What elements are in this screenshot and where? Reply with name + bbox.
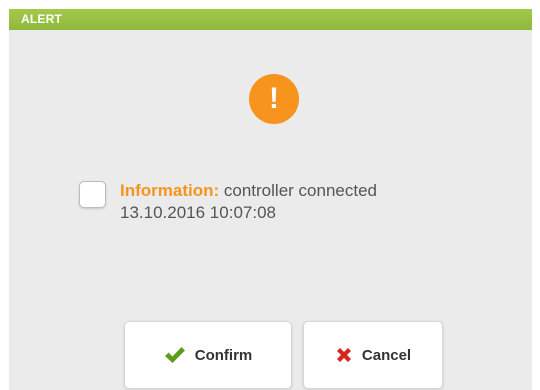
- dialog-titlebar: ALERT: [9, 9, 532, 30]
- acknowledge-checkbox[interactable]: [79, 181, 106, 208]
- checkmark-icon: [164, 346, 186, 364]
- exclamation-icon: !: [249, 74, 299, 124]
- alert-message: Information: controller connected 13.10.…: [120, 180, 377, 224]
- dialog-title: ALERT: [21, 12, 62, 26]
- message-line: Information: controller connected: [120, 180, 377, 202]
- close-icon: [335, 346, 353, 364]
- alert-dialog: ALERT ! Information: controller connecte…: [9, 9, 532, 390]
- message-timestamp: 13.10.2016 10:07:08: [120, 203, 276, 222]
- message-text: controller connected: [223, 181, 377, 200]
- message-label: Information:: [120, 181, 220, 200]
- confirm-label: Confirm: [194, 346, 253, 364]
- confirm-button[interactable]: Confirm: [124, 321, 292, 389]
- cancel-button[interactable]: Cancel: [303, 321, 443, 389]
- cancel-label: Cancel: [361, 346, 412, 364]
